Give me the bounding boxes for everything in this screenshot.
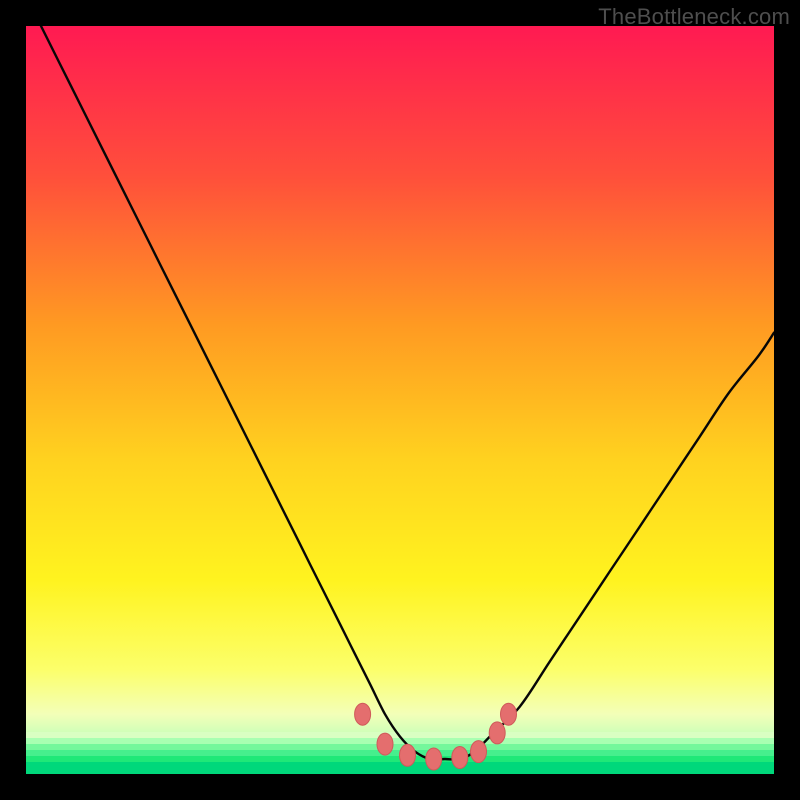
curve-markers bbox=[355, 703, 517, 770]
curve-marker bbox=[355, 703, 371, 725]
curve-marker bbox=[501, 703, 517, 725]
curve-marker bbox=[377, 733, 393, 755]
watermark-text: TheBottleneck.com bbox=[598, 4, 790, 30]
plot-area bbox=[26, 26, 774, 774]
curve-marker bbox=[400, 744, 416, 766]
curve-marker bbox=[426, 748, 442, 770]
curve-marker bbox=[471, 741, 487, 763]
curve-marker bbox=[489, 722, 505, 744]
curve-marker bbox=[452, 747, 468, 769]
curve-path bbox=[41, 26, 774, 760]
outer-black-frame: TheBottleneck.com bbox=[0, 0, 800, 800]
bottleneck-curve bbox=[26, 26, 774, 774]
